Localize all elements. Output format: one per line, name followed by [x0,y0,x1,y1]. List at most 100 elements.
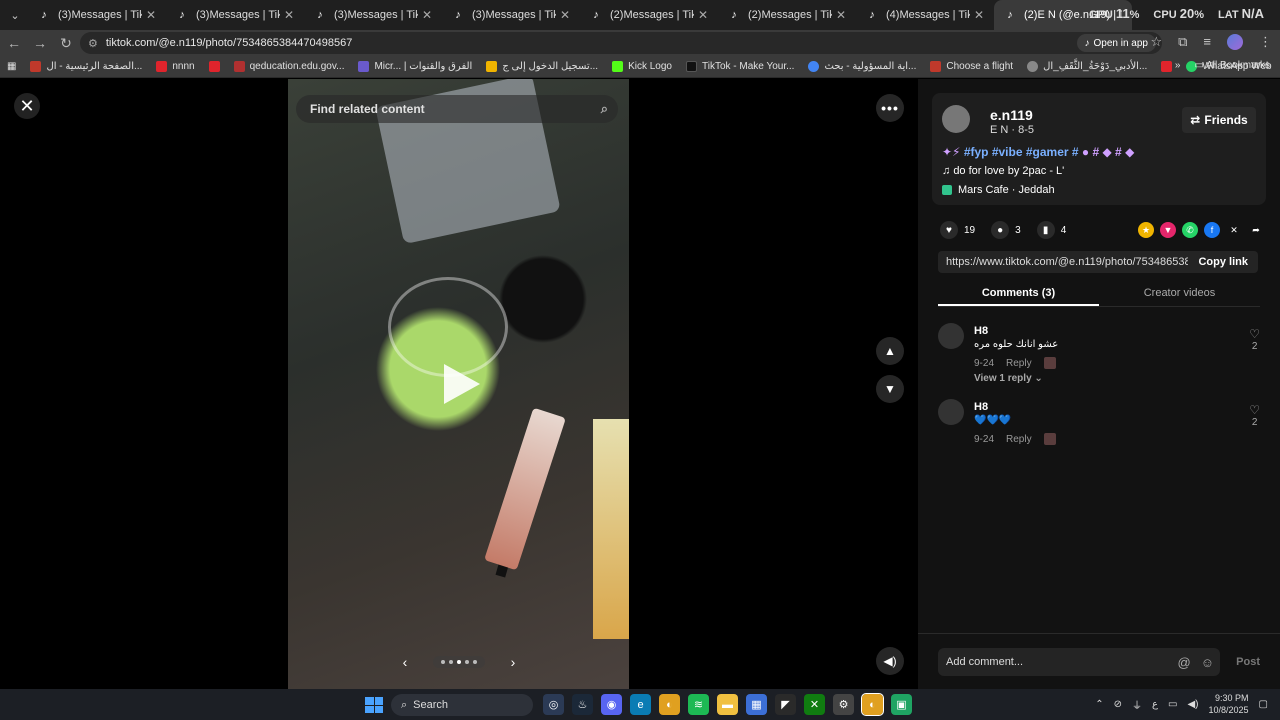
bookmark-item[interactable]: تسجيل الدخول إلى ج... [479,61,605,72]
share-icon[interactable]: ➦ [1248,222,1264,238]
media-icon[interactable]: ≡ [1203,34,1211,50]
network-off-icon[interactable]: ⊘ [1114,699,1122,710]
comment-input[interactable]: Add comment... @ ☺ [938,648,1220,676]
mention-icon[interactable]: @ [1178,655,1191,670]
comment-button[interactable]: ● 3 [991,221,1021,239]
play-icon[interactable] [444,364,480,404]
save-button[interactable]: ▮ 4 [1036,221,1066,239]
bookmark-item[interactable]: الصفحة الرئيسية - ال... [23,61,149,72]
forward-icon[interactable]: → [28,31,52,55]
bookmark-item[interactable]: qeducation.edu.gov... [227,61,352,72]
app-icon[interactable]: ▣ [891,694,912,715]
reload-icon[interactable]: ↻ [54,31,78,55]
carousel-dot[interactable] [473,660,477,664]
tab-creator-videos[interactable]: Creator videos [1099,281,1260,306]
browser-tab[interactable]: ♪(3)Messages | TikTok✕ [28,0,166,30]
carousel-dot[interactable] [465,660,469,664]
browser-tab[interactable]: ♪(3)Messages | TikTok✕ [304,0,442,30]
discord-icon[interactable]: ◉ [601,694,622,715]
facebook-icon[interactable]: f [1204,222,1220,238]
carousel-dot[interactable] [441,660,445,664]
bookmark-star-icon[interactable]: ☆ [1150,34,1162,50]
close-tab-icon[interactable]: ✕ [974,8,984,22]
url-field[interactable]: ⚙ tiktok.com/@e.n119/photo/7534865384470… [80,32,1162,54]
emoji-icon[interactable]: ☺ [1201,655,1214,670]
comment-like[interactable]: ♡ 2 [1249,403,1260,428]
bookmark-item[interactable]: Micr... | الفرق والقنوات [351,61,479,72]
bookmark-item[interactable]: Kick Logo [605,61,679,72]
commenter-name[interactable]: H8 [974,401,988,413]
site-info-icon[interactable]: ⚙ [88,37,98,50]
settings-icon[interactable]: ⚙ [833,694,854,715]
repost-icon[interactable]: ★ [1138,222,1154,238]
more-options-icon[interactable]: ••• [876,94,904,122]
post-location[interactable]: Mars Cafe · Jeddah [942,184,1055,196]
find-related-search[interactable]: Find related content ⌕ [296,95,618,123]
next-post-icon[interactable]: ▼ [876,375,904,403]
apps-icon[interactable]: ▦ [0,61,23,72]
display-icon[interactable]: ▭ [1168,699,1177,710]
reply-button[interactable]: Reply [1006,358,1032,369]
carousel-dot[interactable] [449,660,453,664]
commenter-name[interactable]: H8 [974,325,988,337]
store-icon[interactable]: ▦ [746,694,767,715]
mic-icon[interactable]: ⏚ [1132,697,1142,712]
close-tab-icon[interactable]: ✕ [560,8,570,22]
previous-post-icon[interactable]: ▲ [876,337,904,365]
bookmark-item[interactable]: Choose a flight [923,61,1020,72]
chrome-active-icon[interactable]: ◐ [861,693,884,716]
open-in-app-button[interactable]: ♪ Open in app [1076,34,1156,52]
bookmark-item[interactable]: اية المسؤولية - بحث... [801,61,923,72]
close-tab-icon[interactable]: ✕ [146,8,156,22]
search-icon[interactable]: ⌕ [601,101,608,117]
friends-button[interactable]: ⇄ Friends [1182,107,1256,133]
commenter-avatar[interactable] [938,323,964,349]
username[interactable]: e.n119 [990,107,1033,123]
close-tab-icon[interactable]: ✕ [698,8,708,22]
bookmark-item[interactable]: nnnn [149,61,201,72]
commenter-avatar[interactable] [938,399,964,425]
more-bookmarks-icon[interactable]: » [1175,60,1181,71]
tab-search-icon[interactable]: ⌄ [2,2,28,28]
xbox-icon[interactable]: ✕ [804,694,825,715]
close-tab-icon[interactable]: ✕ [422,8,432,22]
back-icon[interactable]: ← [2,31,26,55]
language-indicator[interactable]: ع [1152,699,1158,710]
whatsapp-icon[interactable]: ✆ [1182,222,1198,238]
post-music[interactable]: ♫ do for love by 2pac - L' [942,165,1064,177]
browser-tab[interactable]: ♪(3)Messages | TikTok✕ [442,0,580,30]
share-link[interactable]: https://www.tiktok.com/@e.n119/photo/753… [938,256,1188,268]
camera-app-icon[interactable]: ◎ [543,694,564,715]
browser-tab[interactable]: ♪(4)Messages | TikTok✕ [856,0,994,30]
browser-tab[interactable]: ♪(3)Messages | TikTok✕ [166,0,304,30]
profile-avatar[interactable] [1227,34,1243,50]
view-replies-button[interactable]: View 1 reply ⌄ [974,373,1043,384]
tab-comments[interactable]: Comments (3) [938,281,1099,306]
close-tab-icon[interactable]: ✕ [836,8,846,22]
comment-like[interactable]: ♡ 2 [1249,327,1260,352]
bookmark-item[interactable]: الأدبي_دَوْحَةُ_الثَّقَفِ_ال... [1020,61,1154,72]
notification-icon[interactable]: ▢ [1259,699,1268,710]
folder-icon[interactable]: ▬ [717,694,738,715]
chevron-left-icon[interactable]: ‹ [392,654,418,670]
chrome-icon[interactable]: ◐ [659,694,680,715]
chevron-right-icon[interactable]: › [500,654,526,670]
close-tab-icon[interactable]: ✕ [284,8,294,22]
spotify-icon[interactable]: ≋ [688,694,709,715]
edge-icon[interactable]: e [630,694,651,715]
all-bookmarks-button[interactable]: ▭ All Bookmarks [1194,60,1270,71]
send-icon[interactable]: ▼ [1160,222,1176,238]
post-button[interactable]: Post [1236,656,1260,668]
nvidia-icon[interactable]: ◤ [775,694,796,715]
copy-link-button[interactable]: Copy link [1188,256,1258,268]
close-icon[interactable]: ✕ [14,93,40,119]
windows-start-icon[interactable] [365,697,383,713]
browser-tab[interactable]: ♪(2)Messages | TikTok✕ [718,0,856,30]
like-button[interactable]: ♥ 19 [940,221,975,239]
extensions-icon[interactable]: ⧉ [1178,34,1187,50]
menu-icon[interactable]: ⋮ [1259,34,1272,50]
user-avatar[interactable] [942,105,970,133]
browser-tab[interactable]: ♪(2)Messages | TikTok✕ [580,0,718,30]
x-icon[interactable]: ✕ [1226,222,1242,238]
volume-icon[interactable]: ◀) [876,647,904,675]
